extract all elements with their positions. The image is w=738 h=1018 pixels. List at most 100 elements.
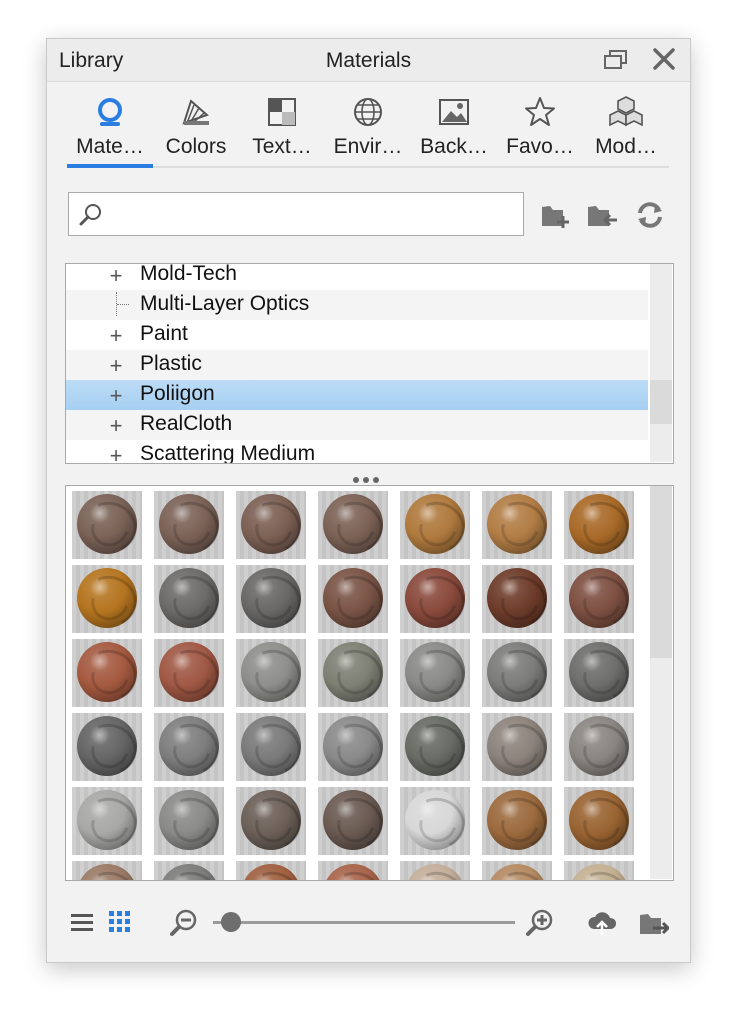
- tree-item-multi-layer-optics[interactable]: Multi-Layer Optics: [66, 290, 648, 320]
- material-thumbnail[interactable]: [236, 491, 306, 559]
- material-thumbnail[interactable]: [564, 713, 634, 781]
- material-thumbnail[interactable]: [72, 639, 142, 707]
- expand-icon[interactable]: +: [108, 443, 124, 463]
- zoom-slider[interactable]: [213, 921, 515, 924]
- tab-label: Back…: [420, 135, 488, 158]
- material-thumbnail[interactable]: [154, 491, 224, 559]
- material-thumbnail[interactable]: [318, 639, 388, 707]
- tree-scrollbar[interactable]: [650, 264, 672, 462]
- material-thumbnail[interactable]: [72, 491, 142, 559]
- material-thumbnail[interactable]: [564, 565, 634, 633]
- tree-item-realcloth[interactable]: + RealCloth: [66, 410, 648, 440]
- tree-item-paint[interactable]: + Paint: [66, 320, 648, 350]
- tree-scrollbar-thumb[interactable]: [650, 380, 672, 424]
- tree-item-poliigon[interactable]: + Poliigon: [66, 380, 648, 410]
- material-thumbnail[interactable]: [318, 713, 388, 781]
- material-thumbnail[interactable]: [236, 713, 306, 781]
- material-thumbnail[interactable]: [482, 639, 552, 707]
- textures-icon: [268, 98, 296, 126]
- material-sphere: [323, 568, 383, 628]
- material-sphere: [323, 494, 383, 554]
- material-thumbnail[interactable]: [400, 861, 470, 880]
- material-thumbnail[interactable]: [482, 713, 552, 781]
- export-folder-icon[interactable]: [639, 910, 671, 943]
- close-icon[interactable]: [651, 48, 677, 72]
- material-thumbnail[interactable]: [564, 491, 634, 559]
- zoom-out-icon[interactable]: [169, 909, 197, 942]
- material-sphere: [405, 790, 465, 850]
- material-sphere: [405, 568, 465, 628]
- material-sphere: [569, 790, 629, 850]
- tree-item-label: Mold-Tech: [140, 263, 237, 285]
- refresh-icon[interactable]: [634, 199, 666, 231]
- material-sphere: [487, 716, 547, 776]
- material-thumbnail[interactable]: [400, 639, 470, 707]
- material-thumbnail[interactable]: [318, 491, 388, 559]
- material-thumbnail[interactable]: [154, 565, 224, 633]
- material-thumbnail[interactable]: [482, 491, 552, 559]
- grid-view-icon[interactable]: [109, 911, 131, 938]
- tree-item-plastic[interactable]: + Plastic: [66, 350, 648, 380]
- favorites-icon: [525, 97, 555, 126]
- material-thumbnail[interactable]: [236, 861, 306, 880]
- material-thumbnail[interactable]: [154, 861, 224, 880]
- models-icon: [609, 96, 643, 127]
- undock-icon[interactable]: [603, 48, 629, 72]
- material-thumbnail[interactable]: [236, 639, 306, 707]
- material-thumbnail[interactable]: [482, 861, 552, 880]
- zoom-in-icon[interactable]: [525, 909, 553, 942]
- tree-item-mold-tech[interactable]: + Mold-Tech: [66, 263, 648, 290]
- material-thumbnail[interactable]: [154, 787, 224, 855]
- tab-textures[interactable]: Text…: [239, 91, 325, 169]
- tab-materials[interactable]: Mate…: [67, 91, 153, 169]
- material-thumbnail[interactable]: [400, 565, 470, 633]
- import-folder-icon[interactable]: [587, 199, 619, 231]
- material-thumbnail[interactable]: [236, 565, 306, 633]
- material-thumbnail[interactable]: [564, 861, 634, 880]
- material-thumbnail[interactable]: [400, 491, 470, 559]
- material-thumbnail[interactable]: [236, 787, 306, 855]
- material-sphere: [569, 568, 629, 628]
- material-thumbnail[interactable]: [482, 787, 552, 855]
- backplates-icon: [439, 99, 469, 125]
- tab-colors[interactable]: Colors: [153, 91, 239, 169]
- material-thumbnail[interactable]: [72, 861, 142, 880]
- zoom-slider-handle[interactable]: [221, 912, 241, 932]
- cloud-upload-icon[interactable]: [587, 909, 617, 942]
- grid-scrollbar-thumb[interactable]: [650, 486, 672, 658]
- expand-icon[interactable]: +: [108, 264, 124, 289]
- expand-icon[interactable]: +: [108, 353, 124, 379]
- material-thumbnail[interactable]: [318, 861, 388, 880]
- panel-title: Materials: [325, 49, 412, 72]
- tree-item-scattering-medium[interactable]: + Scattering Medium: [66, 440, 648, 463]
- tab-environments[interactable]: Envir…: [325, 91, 411, 169]
- material-thumbnail[interactable]: [72, 713, 142, 781]
- material-sphere: [569, 716, 629, 776]
- material-thumbnail[interactable]: [400, 787, 470, 855]
- tab-models[interactable]: Mod…: [583, 91, 669, 169]
- expand-icon[interactable]: +: [108, 383, 124, 409]
- material-thumbnail[interactable]: [564, 639, 634, 707]
- search-input[interactable]: [68, 192, 524, 236]
- material-grid: [65, 485, 674, 881]
- splitter-handle[interactable]: [351, 470, 387, 483]
- material-sphere: [323, 790, 383, 850]
- tab-label: Colors: [165, 135, 227, 158]
- tab-favorites[interactable]: Favo…: [497, 91, 583, 169]
- material-thumbnail[interactable]: [400, 713, 470, 781]
- material-thumbnail[interactable]: [154, 713, 224, 781]
- tab-backplates[interactable]: Back…: [411, 91, 497, 169]
- tree-item-label: RealCloth: [140, 412, 233, 435]
- material-thumbnail[interactable]: [72, 787, 142, 855]
- new-folder-icon[interactable]: [541, 199, 573, 231]
- expand-icon[interactable]: +: [108, 323, 124, 349]
- material-thumbnail[interactable]: [318, 787, 388, 855]
- material-thumbnail[interactable]: [482, 565, 552, 633]
- material-thumbnail[interactable]: [72, 565, 142, 633]
- material-thumbnail[interactable]: [318, 565, 388, 633]
- material-thumbnail[interactable]: [564, 787, 634, 855]
- material-thumbnail[interactable]: [154, 639, 224, 707]
- tab-label: Mate…: [76, 135, 144, 158]
- list-view-icon[interactable]: [71, 912, 93, 939]
- expand-icon[interactable]: +: [108, 413, 124, 439]
